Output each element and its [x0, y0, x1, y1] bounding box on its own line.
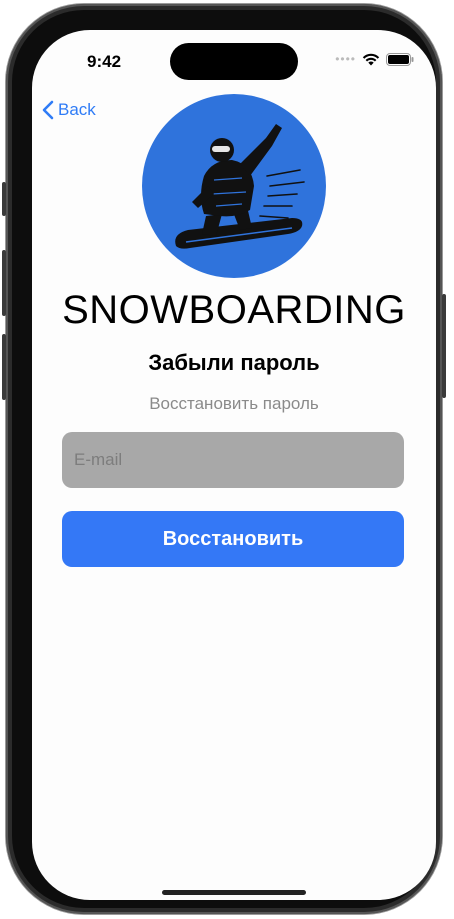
battery-icon	[386, 52, 414, 66]
restore-button[interactable]: Восстановить	[62, 511, 404, 567]
wifi-icon	[362, 53, 380, 65]
back-label: Back	[58, 100, 96, 119]
cellular-dots-icon: ••••	[335, 52, 356, 66]
action-button	[2, 182, 6, 216]
power-button	[442, 294, 446, 398]
dynamic-island	[170, 43, 298, 80]
phone-frame: 9:42 •••• Back SNOWBOARDING Забыли парол…	[2, 4, 446, 914]
chevron-left-icon	[42, 100, 54, 120]
snowboarder-icon	[175, 124, 305, 249]
home-indicator[interactable]	[162, 890, 306, 895]
volume-down-button	[2, 334, 6, 400]
phone-bezel: 9:42 •••• Back SNOWBOARDING Забыли парол…	[12, 10, 436, 908]
status-time: 9:42	[87, 52, 122, 71]
email-field[interactable]	[62, 432, 404, 488]
volume-up-button	[2, 250, 6, 316]
logo-circle	[142, 94, 326, 278]
page-title: Забыли пароль	[148, 350, 320, 375]
page-subtitle: Восстановить пароль	[149, 394, 319, 413]
brand-title: SNOWBOARDING	[62, 288, 406, 332]
back-button[interactable]: Back	[42, 100, 96, 120]
status-icons: ••••	[335, 52, 414, 66]
screen: 9:42 •••• Back SNOWBOARDING Забыли парол…	[32, 30, 436, 900]
